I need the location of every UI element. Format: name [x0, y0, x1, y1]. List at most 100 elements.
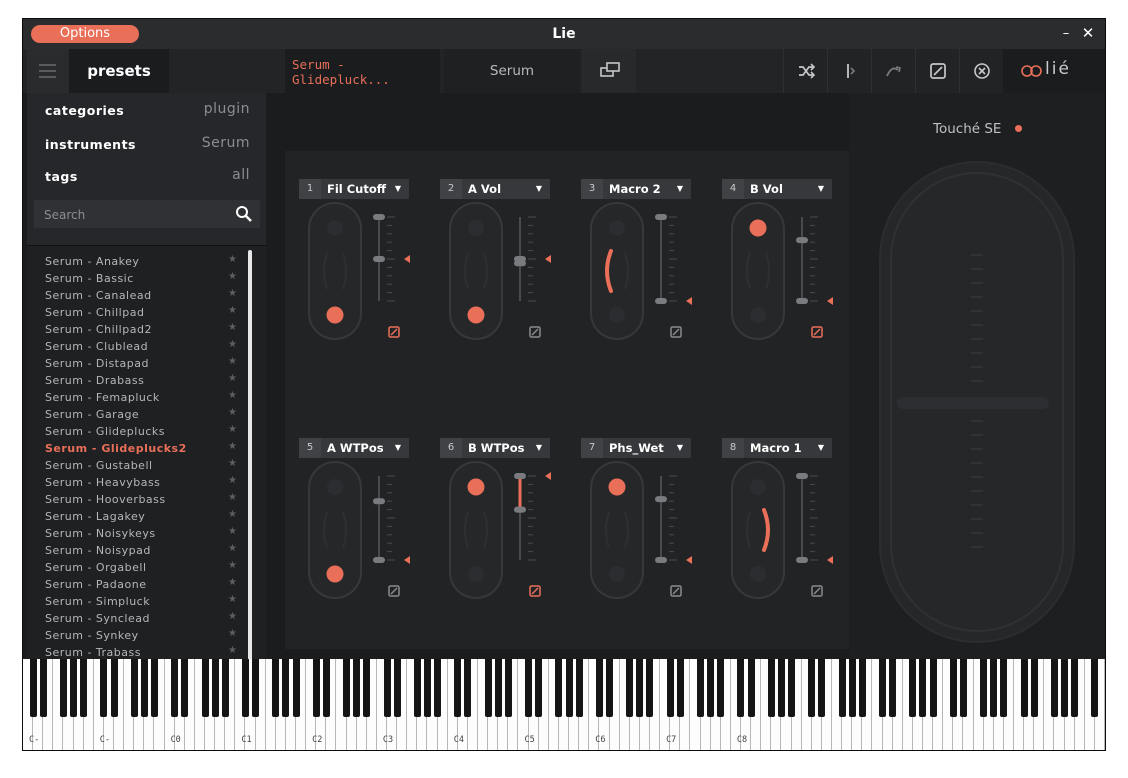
split-icon[interactable] [827, 49, 872, 93]
black-key[interactable] [636, 659, 644, 717]
scrollbar[interactable] [248, 250, 252, 662]
favorite-star-icon[interactable]: ★ [228, 492, 237, 503]
black-key[interactable] [252, 659, 260, 717]
favorite-star-icon[interactable]: ★ [228, 407, 237, 418]
black-key[interactable] [909, 659, 917, 717]
favorite-star-icon[interactable]: ★ [228, 271, 237, 282]
black-key[interactable] [626, 659, 634, 717]
black-key[interactable] [595, 659, 603, 717]
black-key[interactable] [555, 659, 563, 717]
black-key[interactable] [464, 659, 472, 717]
black-key[interactable] [181, 659, 189, 717]
macro-param-dropdown[interactable]: A Vol ▼ [462, 179, 550, 199]
macro-control[interactable] [440, 460, 564, 638]
clear-icon[interactable] [959, 49, 1004, 93]
bypass-toggle-icon[interactable] [388, 326, 400, 338]
black-key[interactable] [1030, 659, 1038, 717]
black-key[interactable] [676, 659, 684, 717]
macro-control[interactable] [722, 201, 846, 379]
black-key[interactable] [70, 659, 78, 717]
list-item[interactable]: Serum - Clublead ★ [27, 338, 247, 355]
black-key[interactable] [889, 659, 897, 717]
bypass-toggle-icon[interactable] [670, 326, 682, 338]
black-key[interactable] [717, 659, 725, 717]
filter-value[interactable]: Serum [202, 135, 250, 151]
black-key[interactable] [434, 659, 442, 717]
black-key[interactable] [494, 659, 502, 717]
filter-value[interactable]: all [232, 167, 250, 183]
piano-keyboard[interactable]: C- C- C0 C1 C2 C3 C4 C5 C6 C7 C8 [23, 659, 1105, 750]
black-key[interactable] [393, 659, 401, 717]
macro-param-dropdown[interactable]: Macro 1 ▼ [744, 438, 832, 458]
black-key[interactable] [606, 659, 613, 717]
plugin-name-label[interactable]: Serum [444, 49, 580, 93]
black-key[interactable] [737, 659, 745, 717]
black-key[interactable] [697, 659, 704, 717]
black-key[interactable] [201, 659, 209, 717]
window-icon[interactable] [582, 49, 636, 93]
menu-icon[interactable] [27, 49, 69, 93]
black-key[interactable] [1061, 659, 1069, 717]
list-item[interactable]: Serum - Orgabell ★ [27, 559, 247, 576]
favorite-star-icon[interactable]: ★ [228, 373, 237, 384]
black-key[interactable] [110, 659, 118, 717]
list-item[interactable]: Serum - Distapad ★ [27, 355, 247, 372]
preset-list[interactable]: Serum - Anakey ★ Serum - Bassic ★ Serum - Ca… [27, 245, 266, 662]
black-key[interactable] [140, 659, 148, 717]
favorite-star-icon[interactable]: ★ [228, 509, 237, 520]
black-key[interactable] [353, 659, 361, 717]
favorite-star-icon[interactable]: ★ [228, 577, 237, 588]
black-key[interactable] [272, 659, 280, 717]
black-key[interactable] [848, 659, 856, 717]
list-item[interactable]: Serum - Hooverbass ★ [27, 491, 247, 508]
macro-param-dropdown[interactable]: Macro 2 ▼ [603, 179, 691, 199]
favorite-star-icon[interactable]: ★ [228, 356, 237, 367]
bypass-toggle-icon[interactable] [811, 326, 823, 338]
black-key[interactable] [929, 659, 937, 717]
list-item[interactable]: Serum - Canalead ★ [27, 287, 247, 304]
list-item[interactable]: Serum - Glideplucks ★ [27, 423, 247, 440]
list-item[interactable]: Serum - Bassic ★ [27, 270, 247, 287]
black-key[interactable] [363, 659, 371, 717]
macro-param-dropdown[interactable]: Phs_Wet ▼ [603, 438, 691, 458]
list-item[interactable]: Serum - Simpluck ★ [27, 593, 247, 610]
favorite-star-icon[interactable]: ★ [228, 560, 237, 571]
list-item[interactable]: Serum - Gustabell ★ [27, 457, 247, 474]
favorite-star-icon[interactable]: ★ [228, 611, 237, 622]
black-key[interactable] [747, 659, 755, 717]
filter-categories[interactable]: categories plugin [27, 95, 266, 125]
black-key[interactable] [292, 659, 300, 717]
filter-tags[interactable]: tags all [27, 161, 266, 191]
black-key[interactable] [535, 659, 543, 717]
favorite-star-icon[interactable]: ★ [228, 424, 237, 435]
black-key[interactable] [1091, 659, 1099, 717]
favorite-star-icon[interactable]: ★ [228, 645, 237, 656]
current-preset-name[interactable]: Serum - Glidepluck... [285, 49, 440, 93]
black-key[interactable] [1000, 659, 1008, 717]
black-key[interactable] [919, 659, 927, 717]
black-key[interactable] [565, 659, 573, 717]
list-item[interactable]: Serum - Noisykeys ★ [27, 525, 247, 542]
list-item[interactable]: Serum - Drabass ★ [27, 372, 247, 389]
macro-control[interactable] [299, 460, 423, 638]
favorite-star-icon[interactable]: ★ [228, 288, 237, 299]
favorite-star-icon[interactable]: ★ [228, 322, 237, 333]
favorite-star-icon[interactable]: ★ [228, 254, 237, 265]
black-key[interactable] [980, 659, 988, 717]
favorite-star-icon[interactable]: ★ [228, 543, 237, 554]
list-item[interactable]: Serum - Garage ★ [27, 406, 247, 423]
bypass-toggle-icon[interactable] [529, 585, 541, 597]
black-key[interactable] [130, 659, 138, 717]
black-key[interactable] [423, 659, 431, 717]
black-key[interactable] [484, 659, 492, 717]
favorite-star-icon[interactable]: ★ [228, 305, 237, 316]
black-key[interactable] [221, 659, 229, 717]
filter-value[interactable]: plugin [204, 101, 250, 117]
search-icon[interactable] [235, 205, 253, 223]
list-item[interactable]: Serum - Synkey ★ [27, 627, 247, 644]
macro-control[interactable] [440, 201, 564, 379]
black-key[interactable] [59, 659, 67, 717]
black-key[interactable] [383, 659, 391, 717]
list-item[interactable]: Serum - Anakey ★ [27, 253, 247, 270]
black-key[interactable] [39, 659, 47, 717]
